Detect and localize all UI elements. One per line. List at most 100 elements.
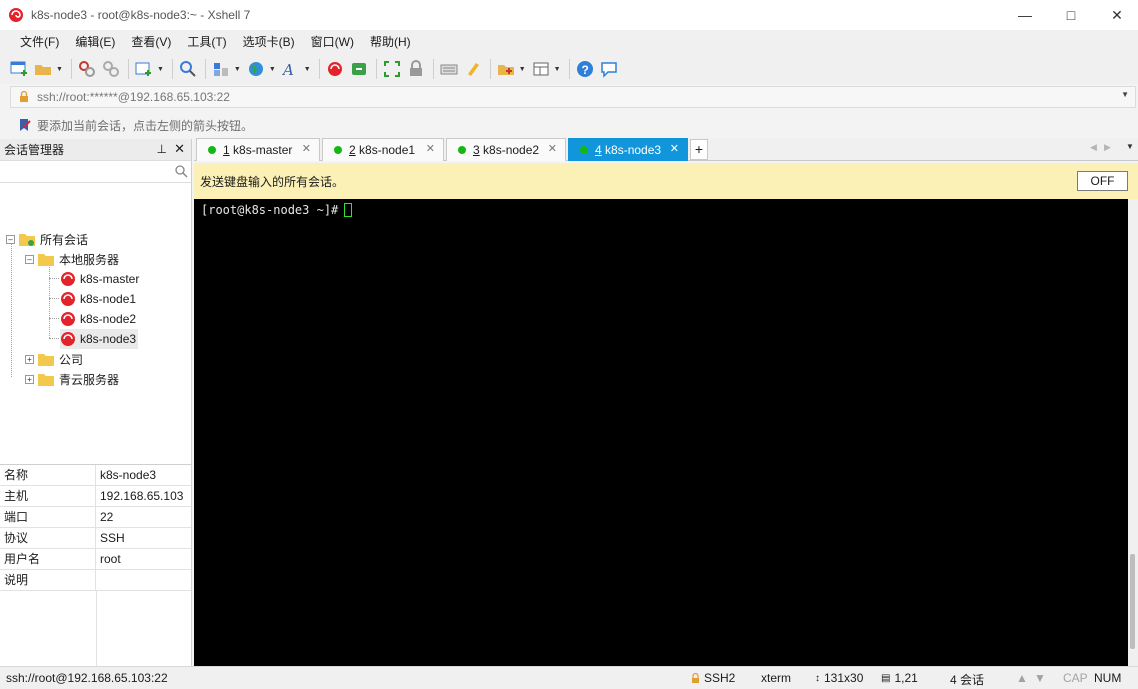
reconnect-icon	[102, 61, 119, 77]
tab-close-icon[interactable]: ✕	[302, 142, 311, 155]
menu-edit[interactable]: 编辑(E)	[67, 31, 123, 53]
arrow-bookmark-icon[interactable]	[18, 118, 32, 132]
terminal-scrollbar[interactable]	[1128, 199, 1138, 666]
tab-session[interactable]: 3 k8s-node2 ✕	[446, 138, 566, 161]
layout-icon	[533, 62, 549, 76]
tree-item-local-servers[interactable]: – 本地服务器	[25, 249, 119, 269]
keyboard-button[interactable]	[438, 58, 460, 80]
transfer-button[interactable]	[210, 58, 232, 80]
toolbar-separator	[127, 59, 129, 79]
layout-button[interactable]	[530, 58, 552, 80]
xftp-button[interactable]	[348, 58, 370, 80]
tab-close-icon[interactable]: ✕	[670, 142, 679, 155]
address-lock-icon	[20, 91, 28, 102]
status-scroll-down-icon[interactable]: ▼	[1034, 671, 1046, 685]
menu-help[interactable]: 帮助(H)	[362, 31, 419, 53]
globe-dropdown-icon[interactable]: ▼	[269, 66, 276, 73]
pin-icon[interactable]: ⊥	[157, 142, 167, 156]
scrollbar-thumb[interactable]	[1130, 554, 1135, 649]
toolbar: ▼ ▼ ▼ ▼ A ▼ ▼ ▼ ?	[0, 54, 1138, 84]
new-tab-button[interactable]	[133, 58, 155, 80]
close-button[interactable]: ✕	[1094, 0, 1138, 30]
expand-icon[interactable]: +	[25, 374, 34, 384]
address-bar[interactable]: ssh://root:******@192.168.65.103:22 ▼	[10, 86, 1136, 108]
fullscreen-button[interactable]	[381, 58, 403, 80]
expand-icon[interactable]: +	[25, 354, 34, 364]
find-icon	[179, 61, 196, 77]
tree-item-session-selected[interactable]: k8s-node3	[60, 329, 139, 349]
add-folder-button[interactable]	[495, 58, 517, 80]
menu-tools[interactable]: 工具(T)	[179, 31, 234, 53]
new-session-button[interactable]	[8, 58, 30, 80]
online-status-icon	[208, 146, 216, 154]
tree-item-group[interactable]: + 公司	[25, 349, 83, 369]
address-value: ssh://root:******@192.168.65.103:22	[37, 90, 230, 104]
tab-close-icon[interactable]: ✕	[426, 142, 435, 155]
new-tab-dropdown-icon[interactable]: ▼	[157, 66, 164, 73]
menu-window[interactable]: 窗口(W)	[303, 31, 362, 53]
minimize-button[interactable]: —	[1002, 0, 1048, 30]
find-button[interactable]	[177, 58, 199, 80]
tab-close-icon[interactable]: ✕	[548, 142, 557, 155]
chat-button[interactable]	[598, 58, 620, 80]
open-button[interactable]	[32, 58, 54, 80]
status-bar: ssh://root@192.168.65.103:22 SSH2 xterm …	[0, 666, 1138, 689]
add-tab-button[interactable]: +	[690, 139, 708, 160]
folder-icon	[38, 373, 54, 386]
tab-list-dropdown-icon[interactable]: ▼	[1126, 142, 1134, 151]
reconnect-button[interactable]	[100, 58, 122, 80]
status-scroll-up-icon[interactable]: ▲	[1016, 671, 1028, 685]
font-icon: A	[282, 61, 294, 78]
open-dropdown-icon[interactable]: ▼	[56, 66, 63, 73]
tree-label: k8s-master	[80, 272, 140, 286]
tree-label: k8s-node1	[80, 292, 137, 306]
tab-number: 1	[223, 143, 230, 157]
tab-session[interactable]: 2 k8s-node1 ✕	[322, 138, 444, 161]
send-to-all-toggle[interactable]: OFF	[1077, 171, 1128, 191]
tab-session-active[interactable]: 4 k8s-node3 ✕	[568, 138, 688, 161]
close-icon: ✕	[1111, 6, 1123, 23]
collapse-icon[interactable]: –	[6, 234, 15, 244]
folder-icon	[38, 353, 54, 366]
add-folder-dropdown-icon[interactable]: ▼	[519, 66, 526, 73]
tab-scroll-right-icon[interactable]: ▶	[1104, 142, 1111, 153]
tab-scroll-left-icon[interactable]: ◀	[1090, 142, 1097, 153]
folder-icon	[38, 253, 54, 266]
tree-guide	[49, 263, 50, 338]
collapse-icon[interactable]: –	[25, 254, 34, 264]
highlight-button[interactable]	[462, 58, 484, 80]
disconnect-button[interactable]	[76, 58, 98, 80]
tree-item-session[interactable]: k8s-node1	[60, 289, 136, 309]
tree-item-session[interactable]: k8s-node2	[60, 309, 136, 329]
menu-tab[interactable]: 选项卡(B)	[235, 31, 303, 53]
status-size: ↕ 131x30	[815, 671, 863, 685]
address-dropdown-icon[interactable]: ▼	[1121, 90, 1129, 99]
session-search-input[interactable]	[0, 161, 191, 183]
font-dropdown-icon[interactable]: ▼	[304, 66, 311, 73]
maximize-button[interactable]: □	[1048, 0, 1094, 30]
transfer-icon	[213, 63, 228, 76]
terminal-prompt: [root@k8s-node3 ~]#	[201, 203, 339, 217]
status-cursor-value: 1,21	[894, 671, 918, 685]
property-row: 端口 22	[0, 507, 191, 528]
font-button[interactable]: A	[280, 58, 302, 80]
menu-file[interactable]: 文件(F)	[12, 31, 67, 53]
tree-item-group[interactable]: + 青云服务器	[25, 369, 119, 389]
tree-item-session[interactable]: k8s-master	[60, 269, 139, 289]
session-manager-panel: 会话管理器 ⊥ ✕ – 所有会话 – 本地服务器 k8s-master k8s-…	[0, 139, 192, 666]
panel-close-icon[interactable]: ✕	[174, 141, 185, 157]
property-key: 主机	[0, 486, 96, 506]
property-row: 主机 192.168.65.103	[0, 486, 191, 507]
resize-icon: ↕	[815, 672, 820, 684]
globe-button[interactable]	[245, 58, 267, 80]
transfer-dropdown-icon[interactable]: ▼	[234, 66, 241, 73]
terminal[interactable]: [root@k8s-node3 ~]#	[194, 199, 1128, 666]
help-button[interactable]: ?	[574, 58, 596, 80]
tab-session[interactable]: 1 k8s-master ✕	[196, 138, 320, 161]
lock-button[interactable]	[405, 58, 427, 80]
layout-dropdown-icon[interactable]: ▼	[554, 66, 561, 73]
status-lock-icon	[692, 672, 699, 683]
menu-view[interactable]: 查看(V)	[123, 31, 179, 53]
tree-item-all-sessions[interactable]: – 所有会话	[6, 229, 88, 249]
xshell-button[interactable]	[324, 58, 346, 80]
